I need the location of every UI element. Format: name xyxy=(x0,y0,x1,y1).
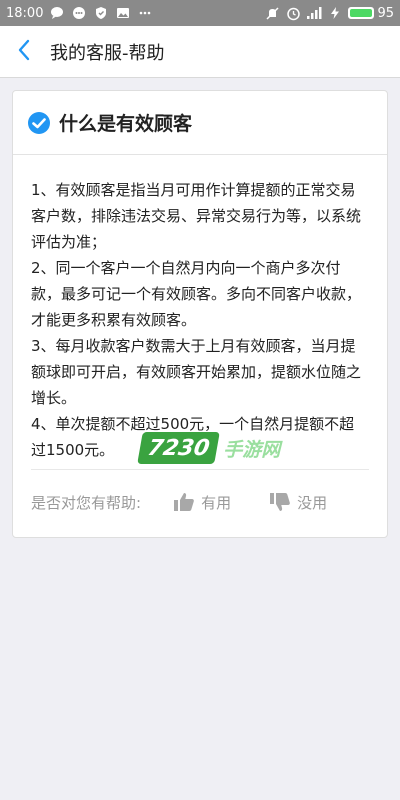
status-right: 95 xyxy=(264,5,394,21)
card-header: 什么是有效顾客 xyxy=(13,91,387,155)
card-title: 什么是有效顾客 xyxy=(59,113,193,135)
alarm-icon xyxy=(285,5,301,21)
back-button[interactable] xyxy=(2,26,46,78)
shield-icon xyxy=(93,5,109,21)
check-circle-icon xyxy=(27,111,51,135)
signal-icon xyxy=(306,5,322,21)
more-icon xyxy=(137,5,153,21)
status-left: 18:00 xyxy=(6,5,153,21)
chevron-left-icon xyxy=(17,39,31,65)
page-title: 我的客服-帮助 xyxy=(50,42,165,64)
feedback-label: 是否对您有帮助: xyxy=(31,493,142,512)
status-bar: 18:00 95 xyxy=(0,0,400,26)
useless-label: 没用 xyxy=(297,493,328,512)
status-time: 18:00 xyxy=(6,5,44,21)
thumbs-down-icon xyxy=(269,491,291,513)
help-paragraph: 1、有效顾客是指当月可用作计算提额的正常交易客户数，排除违法交易、异常交易行为等… xyxy=(31,181,362,251)
watermark-text: 手游网 xyxy=(223,438,281,461)
image-icon xyxy=(115,5,131,21)
mute-icon xyxy=(264,5,280,21)
feedback-row: 是否对您有帮助: 有用 没用 xyxy=(31,477,369,527)
help-card: 什么是有效顾客 1、有效顾客是指当月可用作计算提额的正常交易客户数，排除违法交易… xyxy=(12,90,388,538)
help-content: 1、有效顾客是指当月可用作计算提额的正常交易客户数，排除违法交易、异常交易行为等… xyxy=(13,155,387,463)
watermark-logo: 7230 手游网 xyxy=(137,428,290,468)
useless-button[interactable]: 没用 xyxy=(269,491,327,513)
battery-icon xyxy=(348,7,375,19)
battery-level: 95 xyxy=(377,5,394,21)
useful-label: 有用 xyxy=(201,493,232,512)
header-bar: 我的客服-帮助 xyxy=(0,26,400,78)
thumbs-up-icon xyxy=(173,491,195,513)
battery-fill xyxy=(350,9,373,17)
watermark-badge: 7230 xyxy=(137,432,221,464)
chat-icon xyxy=(71,5,87,21)
help-paragraph: 2、同一个客户一个自然月内向一个商户多次付款，最多可记一个有效顾客。多向不同客户… xyxy=(31,259,362,329)
battery-indicator: 95 xyxy=(348,6,394,21)
useful-button[interactable]: 有用 xyxy=(173,491,231,513)
divider xyxy=(31,469,369,470)
charging-icon xyxy=(327,5,343,21)
help-paragraph: 3、每月收款客户数需大于上月有效顾客，当月提额球即可开启，有效顾客开始累加，提额… xyxy=(31,337,362,407)
message-icon xyxy=(49,5,65,21)
watermark-number: 7230 xyxy=(145,435,212,461)
